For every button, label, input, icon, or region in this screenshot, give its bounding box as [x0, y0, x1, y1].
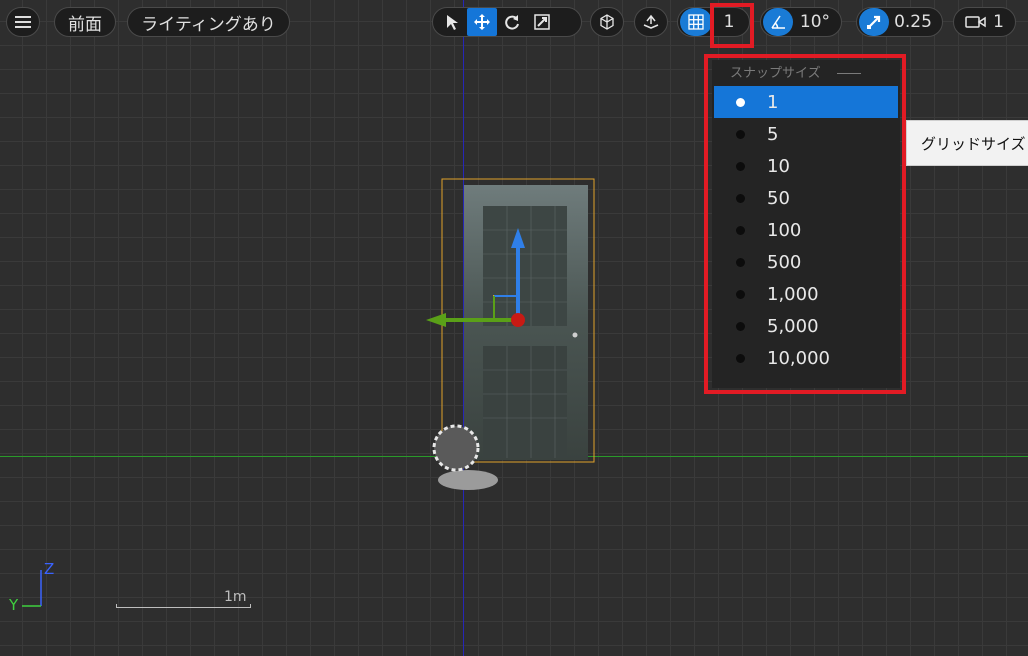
snap-menu-highlight: [704, 54, 906, 394]
rotation-snap-toggle[interactable]: [763, 8, 793, 36]
surface-snap-button[interactable]: [634, 7, 668, 37]
rotation-snap-value-dropdown[interactable]: 10°: [793, 12, 837, 32]
scale-label: 1m: [224, 589, 247, 605]
camera-speed-value: 1: [993, 12, 1004, 32]
grid-icon: [688, 14, 704, 30]
lighting-mode-button[interactable]: ライティングあり: [127, 7, 290, 37]
coordinate-system-button[interactable]: [590, 7, 624, 37]
pivot-icon: [432, 424, 498, 490]
translate-tool-button[interactable]: [467, 8, 497, 36]
axis-z-label: Z: [44, 560, 55, 578]
translate-gizmo[interactable]: [420, 222, 540, 342]
scale-icon: [534, 14, 550, 30]
grid-snap-highlight: [710, 3, 754, 48]
scale-bar: [116, 604, 251, 608]
world-globe-icon: [600, 14, 614, 30]
transform-tools-group: [432, 7, 582, 37]
cursor-arrow-icon: [447, 15, 458, 30]
camera-icon: [965, 16, 986, 28]
scale-snap-value-dropdown[interactable]: 0.25: [889, 12, 937, 32]
scale-tool-button[interactable]: [527, 8, 557, 36]
viewport-menu-button[interactable]: [6, 7, 40, 37]
scale-arrow-icon: [867, 15, 881, 29]
move-arrows-icon: [474, 14, 490, 30]
hamburger-icon: [15, 16, 31, 28]
viewport-toolbar: 前面 ライティングあり 1 10° 0.25 1: [0, 4, 1028, 40]
scale-snap-group: 0.25: [856, 7, 943, 37]
rotate-icon: [505, 15, 519, 30]
rotation-snap-group: 10°: [760, 7, 842, 37]
camera-speed-button[interactable]: 1: [953, 7, 1016, 37]
view-mode-button[interactable]: 前面: [54, 7, 116, 37]
rotate-tool-button[interactable]: [497, 8, 527, 36]
scale-snap-toggle[interactable]: [859, 8, 889, 36]
select-tool-button[interactable]: [437, 8, 467, 36]
grid-snap-toggle[interactable]: [680, 8, 712, 36]
angle-icon: [771, 15, 785, 29]
surface-snap-icon: [643, 14, 659, 29]
grid-size-tooltip: グリッドサイズ: [906, 120, 1028, 166]
axis-y-label: Y: [9, 596, 19, 614]
